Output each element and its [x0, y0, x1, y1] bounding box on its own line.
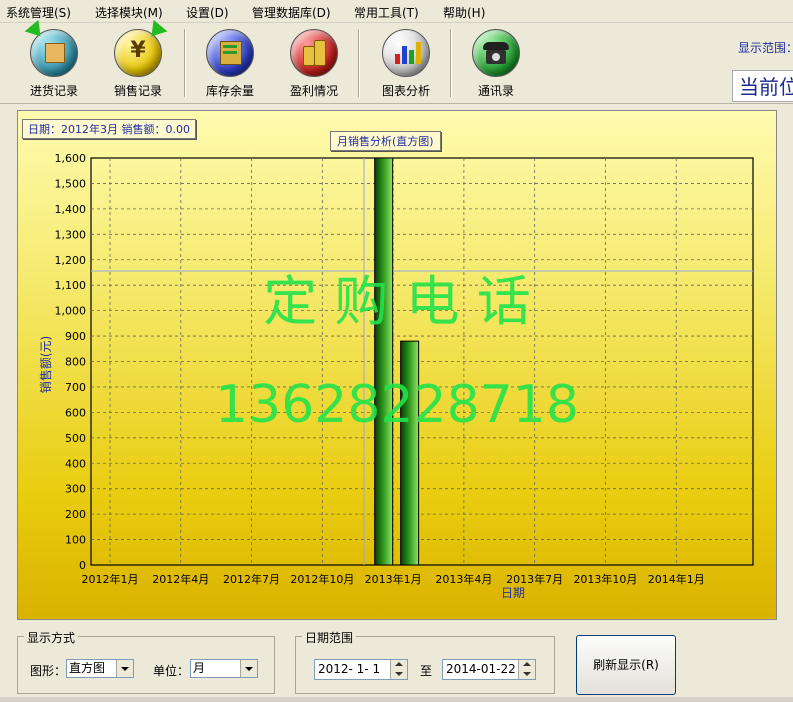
- inventory-icon: [206, 29, 254, 77]
- chevron-down-icon[interactable]: [116, 660, 133, 677]
- menu-manage-database[interactable]: 管理数据库(D): [252, 4, 331, 21]
- date-to-value: 2014-01-22: [446, 662, 516, 676]
- sales-records-button[interactable]: ¥ 销售记录: [98, 19, 178, 99]
- display-range-label: 显示范围：: [738, 41, 793, 55]
- menu-system[interactable]: 系统管理(S): [6, 4, 71, 21]
- inventory-label: 库存余量: [205, 84, 254, 98]
- telephone-icon: [472, 29, 520, 77]
- menu-settings[interactable]: 设置(D): [186, 4, 229, 21]
- chevron-down-icon[interactable]: [240, 660, 257, 677]
- shape-label: 图形：: [30, 664, 67, 678]
- profit-button[interactable]: 盈利情况: [274, 29, 354, 99]
- contacts-button[interactable]: 通讯录: [456, 29, 536, 99]
- unit-label: 单位：: [153, 664, 190, 678]
- contacts-label: 通讯录: [477, 84, 514, 98]
- chart-area: [17, 110, 777, 620]
- sales-records-label: 销售记录: [113, 84, 162, 98]
- chart-title: 月销售分析(直方图): [330, 131, 441, 151]
- chart-analysis-button[interactable]: 图表分析: [366, 29, 446, 99]
- date-to-field[interactable]: 2014-01-22: [442, 659, 536, 680]
- coins-icon: [290, 29, 338, 77]
- shape-select-value: 直方图: [69, 661, 106, 675]
- purchase-records-label: 进货记录: [29, 84, 78, 98]
- unit-select[interactable]: 月: [190, 659, 258, 678]
- date-from-spinner[interactable]: [390, 660, 407, 679]
- yen-coin-icon: ¥: [114, 19, 168, 77]
- menu-tools[interactable]: 常用工具(T): [354, 4, 419, 21]
- menu-help[interactable]: 帮助(H): [443, 4, 485, 21]
- date-range-title: 日期范围: [302, 629, 357, 646]
- date-from-value: 2012- 1- 1: [318, 662, 381, 676]
- inventory-button[interactable]: 库存余量: [190, 29, 270, 99]
- bar-chart-icon: [382, 29, 430, 77]
- chart-analysis-label: 图表分析: [381, 84, 430, 98]
- shape-select[interactable]: 直方图: [66, 659, 134, 678]
- menu-select-module[interactable]: 选择模块(M): [95, 4, 163, 21]
- date-to-spinner[interactable]: [518, 660, 535, 679]
- menu-bar: 系统管理(S) 选择模块(M) 设置(D) 管理数据库(D) 常用工具(T) 帮…: [0, 0, 793, 23]
- purchase-records-button[interactable]: 进货记录: [14, 19, 94, 99]
- refresh-button[interactable]: 刷新显示(R): [576, 635, 676, 695]
- status-bar: [0, 697, 793, 702]
- date-from-field[interactable]: 2012- 1- 1: [314, 659, 408, 680]
- chart-info-box: 日期：2012年3月 销售额：0.00: [22, 119, 196, 139]
- to-label: 至: [420, 664, 433, 678]
- display-mode-title: 显示方式: [24, 629, 79, 646]
- toolbar: 进货记录 ¥ 销售记录 库存余量 盈利情况 图表分析 通讯录 显示范围：: [0, 19, 793, 104]
- unit-select-value: 月: [193, 661, 206, 675]
- box-in-icon: [24, 19, 78, 77]
- current-position-label: 当前位: [732, 70, 793, 102]
- profit-label: 盈利情况: [289, 84, 338, 98]
